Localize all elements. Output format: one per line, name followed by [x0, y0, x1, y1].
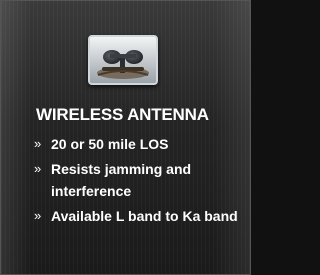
- feature-text: Available L band to Ka band: [51, 208, 238, 224]
- bullet-chevron-icon: »: [34, 136, 42, 151]
- list-item: » Resists jamming and interference: [34, 158, 239, 202]
- antenna-icon: [90, 37, 156, 83]
- feature-text: Resists jamming and interference: [51, 161, 192, 199]
- bullet-chevron-icon: »: [34, 161, 42, 176]
- feature-text: 20 or 50 mile LOS: [51, 136, 169, 152]
- list-item: » 20 or 50 mile LOS: [34, 133, 239, 155]
- product-title: WIRELESS ANTENNA: [36, 105, 209, 124]
- antenna-image: [88, 35, 158, 85]
- bullet-chevron-icon: »: [34, 208, 42, 223]
- list-item: » Available L band to Ka band: [34, 205, 239, 227]
- feature-list: » 20 or 50 mile LOS » Resists jamming an…: [34, 133, 239, 230]
- product-card: WIRELESS ANTENNA » 20 or 50 mile LOS » R…: [0, 0, 251, 275]
